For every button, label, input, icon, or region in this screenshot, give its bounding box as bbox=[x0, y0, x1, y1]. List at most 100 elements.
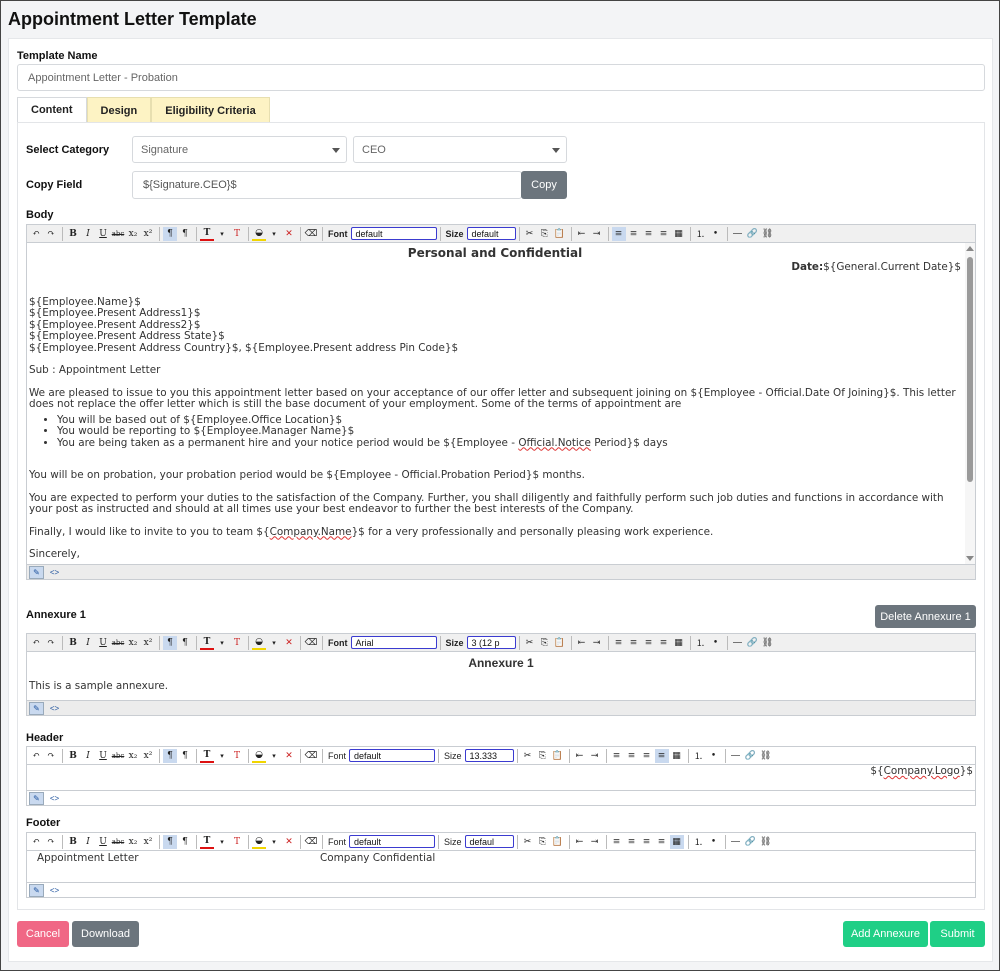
align-left-icon[interactable]: ≡ bbox=[612, 636, 626, 650]
underline-icon[interactable]: U bbox=[96, 227, 110, 241]
unordered-list-icon[interactable]: • bbox=[707, 749, 721, 763]
align-left-icon[interactable]: ≡ bbox=[610, 835, 624, 849]
underline-icon[interactable]: U bbox=[96, 835, 110, 849]
redo-icon[interactable]: ↷ bbox=[44, 835, 58, 849]
link-icon[interactable]: 🔗 bbox=[746, 227, 760, 241]
outdent-icon[interactable]: ⇤ bbox=[575, 636, 589, 650]
align-center-icon[interactable]: ≡ bbox=[627, 227, 641, 241]
ordered-list-icon[interactable]: ⒈ bbox=[694, 636, 708, 650]
dropdown-arrow-icon[interactable]: ▾ bbox=[267, 749, 281, 763]
eraser-icon[interactable]: ⌫ bbox=[304, 835, 318, 849]
table-icon[interactable]: ▦ bbox=[669, 834, 684, 849]
align-justify-icon[interactable]: ≡ bbox=[655, 835, 669, 849]
remove-highlight-icon[interactable]: ✕ bbox=[282, 636, 296, 650]
superscript-icon[interactable]: x² bbox=[141, 835, 155, 849]
html-mode-icon[interactable]: <> bbox=[47, 792, 62, 805]
undo-icon[interactable]: ↶ bbox=[29, 835, 43, 849]
font-input[interactable]: default bbox=[350, 227, 437, 240]
copy-icon[interactable]: ⎘ bbox=[536, 749, 550, 763]
html-mode-icon[interactable]: <> bbox=[47, 884, 62, 897]
cut-icon[interactable]: ✂ bbox=[521, 749, 535, 763]
dropdown-arrow-icon[interactable]: ▾ bbox=[267, 835, 281, 849]
remove-format-icon[interactable]: T bbox=[230, 227, 244, 241]
design-mode-icon[interactable]: ✎ bbox=[29, 565, 44, 579]
highlight-color-icon[interactable]: ◒ bbox=[252, 227, 266, 241]
size-input[interactable]: defaul bbox=[464, 835, 514, 848]
copy-button[interactable]: Copy bbox=[521, 171, 567, 199]
size-input[interactable]: 3 (12 p bbox=[466, 636, 516, 649]
dropdown-arrow-icon[interactable]: ▾ bbox=[215, 636, 229, 650]
align-justify-icon[interactable]: ≡ bbox=[654, 748, 669, 763]
bold-icon[interactable]: B bbox=[66, 835, 80, 849]
ltr-icon[interactable]: ¶ bbox=[163, 226, 177, 241]
remove-format-icon[interactable]: T bbox=[230, 835, 244, 849]
font-input[interactable]: Arial bbox=[350, 636, 437, 649]
align-right-icon[interactable]: ≡ bbox=[642, 227, 656, 241]
font-input[interactable]: default bbox=[349, 835, 436, 848]
body-content[interactable]: Personal and Confidential Date:${General… bbox=[27, 244, 975, 564]
scroll-up-icon[interactable] bbox=[966, 246, 974, 251]
remove-highlight-icon[interactable]: ✕ bbox=[282, 749, 296, 763]
remove-highlight-icon[interactable]: ✕ bbox=[282, 835, 296, 849]
tab-eligibility-criteria[interactable]: Eligibility Criteria bbox=[151, 97, 270, 123]
outdent-icon[interactable]: ⇤ bbox=[573, 749, 587, 763]
ltr-icon[interactable]: ¶ bbox=[163, 635, 177, 650]
subscript-icon[interactable]: x₂ bbox=[126, 636, 140, 650]
font-input[interactable]: default bbox=[349, 749, 436, 762]
undo-icon[interactable]: ↶ bbox=[29, 227, 43, 241]
horizontal-rule-icon[interactable]: ― bbox=[731, 227, 745, 241]
highlight-color-icon[interactable]: ◒ bbox=[252, 636, 266, 650]
rtl-icon[interactable]: ¶ bbox=[178, 636, 192, 650]
dropdown-arrow-icon[interactable]: ▾ bbox=[215, 227, 229, 241]
text-color-icon[interactable]: T bbox=[200, 227, 214, 241]
html-mode-icon[interactable]: <> bbox=[47, 702, 62, 715]
undo-icon[interactable]: ↶ bbox=[29, 636, 43, 650]
copy-icon[interactable]: ⎘ bbox=[538, 227, 552, 241]
tab-design[interactable]: Design bbox=[86, 97, 152, 123]
outdent-icon[interactable]: ⇤ bbox=[573, 835, 587, 849]
align-justify-icon[interactable]: ≡ bbox=[657, 227, 671, 241]
unlink-icon[interactable]: ⛓ bbox=[759, 835, 773, 849]
align-left-icon[interactable]: ≡ bbox=[610, 749, 624, 763]
strikethrough-icon[interactable]: abc bbox=[111, 835, 125, 849]
dropdown-arrow-icon[interactable]: ▾ bbox=[267, 227, 281, 241]
superscript-icon[interactable]: x² bbox=[141, 636, 155, 650]
superscript-icon[interactable]: x² bbox=[141, 227, 155, 241]
redo-icon[interactable]: ↷ bbox=[44, 227, 58, 241]
dropdown-arrow-icon[interactable]: ▾ bbox=[215, 749, 229, 763]
subcategory-select[interactable]: CEO bbox=[353, 136, 567, 163]
eraser-icon[interactable]: ⌫ bbox=[304, 749, 318, 763]
tab-content[interactable]: Content bbox=[17, 97, 87, 123]
bold-icon[interactable]: B bbox=[66, 227, 80, 241]
unlink-icon[interactable]: ⛓ bbox=[761, 636, 775, 650]
ltr-icon[interactable]: ¶ bbox=[163, 834, 177, 849]
cancel-button[interactable]: Cancel bbox=[17, 921, 69, 947]
align-center-icon[interactable]: ≡ bbox=[627, 636, 641, 650]
indent-icon[interactable]: ⇥ bbox=[590, 636, 604, 650]
rtl-icon[interactable]: ¶ bbox=[178, 749, 192, 763]
redo-icon[interactable]: ↷ bbox=[44, 636, 58, 650]
delete-annexure-button[interactable]: Delete Annexure 1 bbox=[875, 605, 976, 628]
horizontal-rule-icon[interactable]: ― bbox=[729, 835, 743, 849]
cut-icon[interactable]: ✂ bbox=[523, 227, 537, 241]
subscript-icon[interactable]: x₂ bbox=[126, 835, 140, 849]
align-justify-icon[interactable]: ≡ bbox=[657, 636, 671, 650]
align-center-icon[interactable]: ≡ bbox=[625, 835, 639, 849]
category-select[interactable]: Signature bbox=[132, 136, 347, 163]
italic-icon[interactable]: I bbox=[81, 835, 95, 849]
table-icon[interactable]: ▦ bbox=[672, 227, 686, 241]
cut-icon[interactable]: ✂ bbox=[523, 636, 537, 650]
add-annexure-button[interactable]: Add Annexure bbox=[843, 921, 928, 947]
horizontal-rule-icon[interactable]: ― bbox=[729, 749, 743, 763]
copy-icon[interactable]: ⎘ bbox=[538, 636, 552, 650]
strikethrough-icon[interactable]: abc bbox=[111, 749, 125, 763]
subscript-icon[interactable]: x₂ bbox=[126, 227, 140, 241]
copy-icon[interactable]: ⎘ bbox=[536, 835, 550, 849]
text-color-icon[interactable]: T bbox=[200, 749, 214, 763]
unlink-icon[interactable]: ⛓ bbox=[761, 227, 775, 241]
underline-icon[interactable]: U bbox=[96, 749, 110, 763]
underline-icon[interactable]: U bbox=[96, 636, 110, 650]
indent-icon[interactable]: ⇥ bbox=[588, 835, 602, 849]
dropdown-arrow-icon[interactable]: ▾ bbox=[267, 636, 281, 650]
italic-icon[interactable]: I bbox=[81, 749, 95, 763]
